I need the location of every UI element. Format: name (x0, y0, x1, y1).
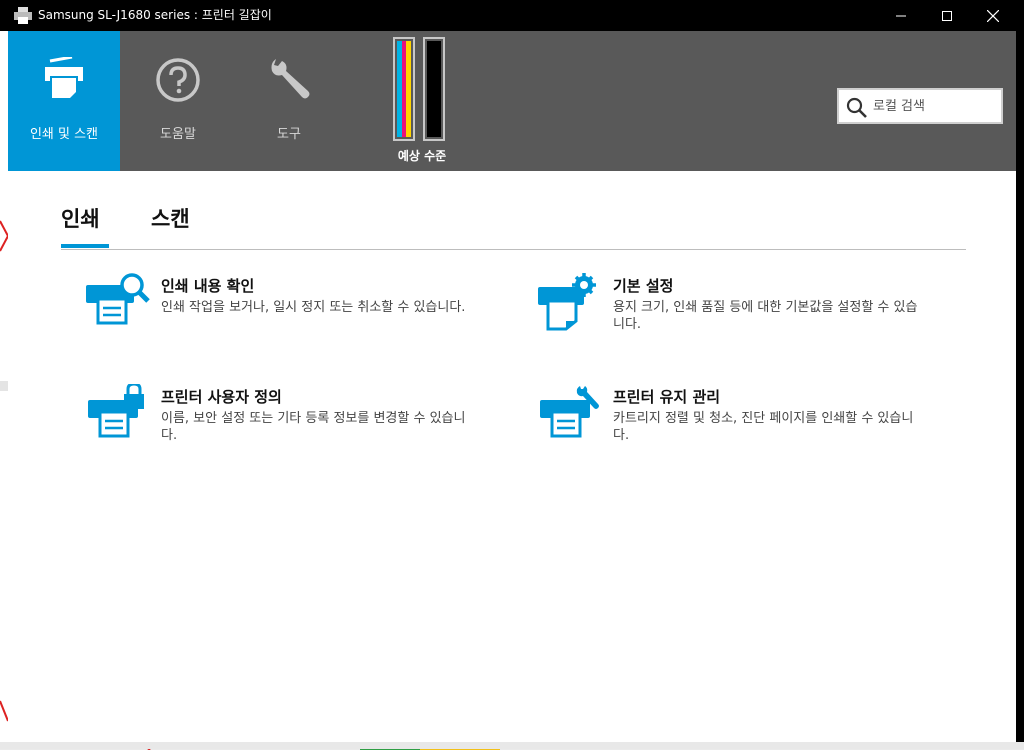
window-title: Samsung SL-J1680 series : 프린터 길잡이 (38, 8, 272, 22)
toolbar-help-button[interactable]: 도움말 (120, 31, 236, 171)
printer-customize-item[interactable]: 프린터 사용자 정의 이름, 보안 설정 또는 기타 등록 정보를 변경할 수 … (84, 384, 484, 464)
toolbar-tools-button[interactable]: 도구 (236, 31, 342, 171)
ink-level-label: 예상 수준 (397, 149, 447, 163)
background-window (0, 31, 8, 750)
tab-bar: 인쇄 스캔 (61, 203, 966, 250)
printer-scan-icon (45, 57, 83, 100)
printer-maintenance-item[interactable]: 프린터 유지 관리 카트리지 정렬 및 청소, 진단 페이지를 인쇄할 수 있습… (536, 384, 936, 464)
toolbar-tools-label: 도구 (277, 127, 301, 142)
search-box[interactable] (837, 88, 1003, 124)
maximize-button[interactable] (924, 0, 970, 31)
window-border (1016, 31, 1024, 742)
print-settings-icon (538, 273, 596, 331)
ink-cartridges (393, 37, 445, 141)
wrench-icon (271, 59, 310, 99)
main-content: 인쇄 스캔 인쇄 내용 확인 인쇄 작업을 보거나, 일시 정지 또는 취소할 … (8, 171, 1016, 742)
print-settings-item[interactable]: 기본 설정 용지 크기, 인쇄 품질 등에 대한 기본값을 설정할 수 있습니다… (536, 273, 936, 353)
printer-lock-icon (88, 384, 144, 438)
close-icon (987, 9, 999, 22)
print-queue-item[interactable]: 인쇄 내용 확인 인쇄 작업을 보거나, 일시 정지 또는 취소할 수 있습니다… (84, 273, 484, 353)
tab-scan[interactable]: 스캔 (151, 203, 190, 233)
tab-print[interactable]: 인쇄 (61, 203, 100, 233)
help-icon (156, 58, 200, 102)
minimize-icon (896, 15, 906, 16)
printer-customize-desc: 이름, 보안 설정 또는 기타 등록 정보를 변경할 수 있습니다. (161, 411, 466, 443)
tab-selected-indicator (61, 244, 109, 248)
printer-customize-title: 프린터 사용자 정의 (161, 388, 282, 406)
print-queue-desc: 인쇄 작업을 보거나, 일시 정지 또는 취소할 수 있습니다. (161, 300, 466, 315)
background-decor (0, 220, 8, 722)
printer-maintenance-title: 프린터 유지 관리 (613, 388, 721, 406)
close-button[interactable] (970, 0, 1016, 31)
title-bar: Samsung SL-J1680 series : 프린터 길잡이 (0, 0, 1024, 31)
print-queue-icon (86, 273, 150, 325)
print-settings-desc: 용지 크기, 인쇄 품질 등에 대한 기본값을 설정할 수 있습니다. (613, 300, 918, 332)
printer-icon (14, 7, 32, 24)
ink-level-indicator[interactable]: 예상 수준 (392, 37, 452, 167)
maximize-icon (942, 10, 952, 21)
toolbar-help-label: 도움말 (160, 127, 196, 142)
toolbar: 인쇄 및 스캔 도움말 도구 예상 수준 (8, 31, 1016, 171)
toolbar-print-scan-label: 인쇄 및 스캔 (29, 127, 99, 142)
search-icon (846, 97, 867, 118)
printer-maintenance-icon (540, 386, 599, 438)
printer-maintenance-desc: 카트리지 정렬 및 청소, 진단 페이지를 인쇄할 수 있습니다. (613, 411, 914, 443)
toolbar-print-scan-button[interactable]: 인쇄 및 스캔 (8, 31, 120, 171)
search-input[interactable] (873, 90, 997, 122)
minimize-button[interactable] (878, 0, 924, 31)
print-settings-title: 기본 설정 (613, 277, 674, 295)
background-bottom (0, 742, 1024, 750)
print-queue-title: 인쇄 내용 확인 (161, 277, 255, 295)
